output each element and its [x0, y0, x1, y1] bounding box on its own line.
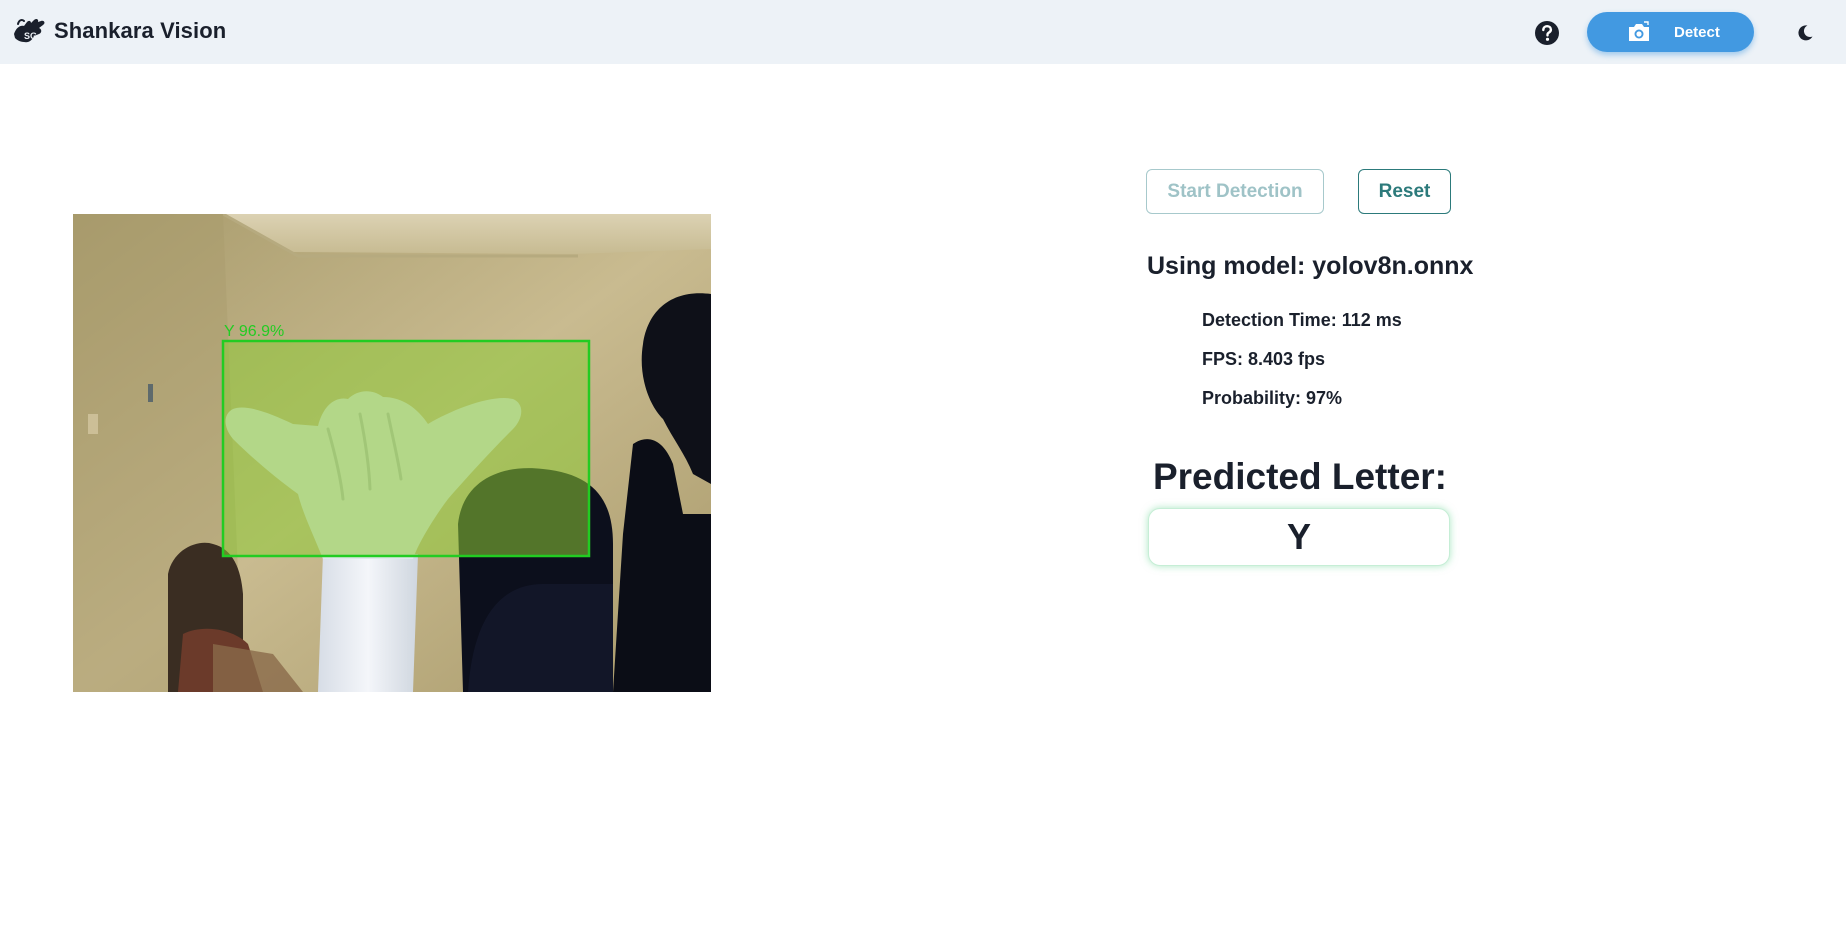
camera-icon [1629, 21, 1649, 41]
hand-sign-logo-icon: SG [14, 18, 45, 43]
detect-nav-button[interactable]: Detect [1587, 12, 1754, 52]
reset-button[interactable]: Reset [1358, 169, 1451, 214]
predicted-letter-title: Predicted Letter: [1152, 456, 1447, 497]
fps-stat: FPS: 8.403 fps [1202, 349, 1326, 369]
moon-icon [1798, 25, 1813, 41]
model-info: Using model: yolov8n.onnx [1147, 252, 1474, 280]
svg-text:SG: SG [24, 31, 37, 41]
navbar: SG Shankara Vision Detect [0, 0, 1846, 64]
detection-label: Y 96.9% [224, 323, 284, 340]
webcam-feed: Y 96.9% [73, 214, 711, 692]
app-title: Shankara Vision [54, 18, 227, 43]
predicted-letter: Y [1286, 516, 1311, 557]
detect-label: Detect [1674, 23, 1720, 41]
help-button[interactable] [1530, 18, 1564, 48]
theme-toggle-button[interactable] [1790, 20, 1820, 46]
probability-stat: Probability: 97% [1202, 388, 1343, 408]
detection-time-stat: Detection Time: 112 ms [1202, 310, 1402, 330]
start-detection-button[interactable]: Start Detection [1146, 169, 1324, 214]
question-circle-icon [1535, 21, 1559, 45]
webcam-frame-image: Y 96.9% [73, 214, 711, 692]
brand[interactable]: SG Shankara Vision [12, 14, 226, 48]
predicted-letter-box: Y [1148, 508, 1450, 566]
